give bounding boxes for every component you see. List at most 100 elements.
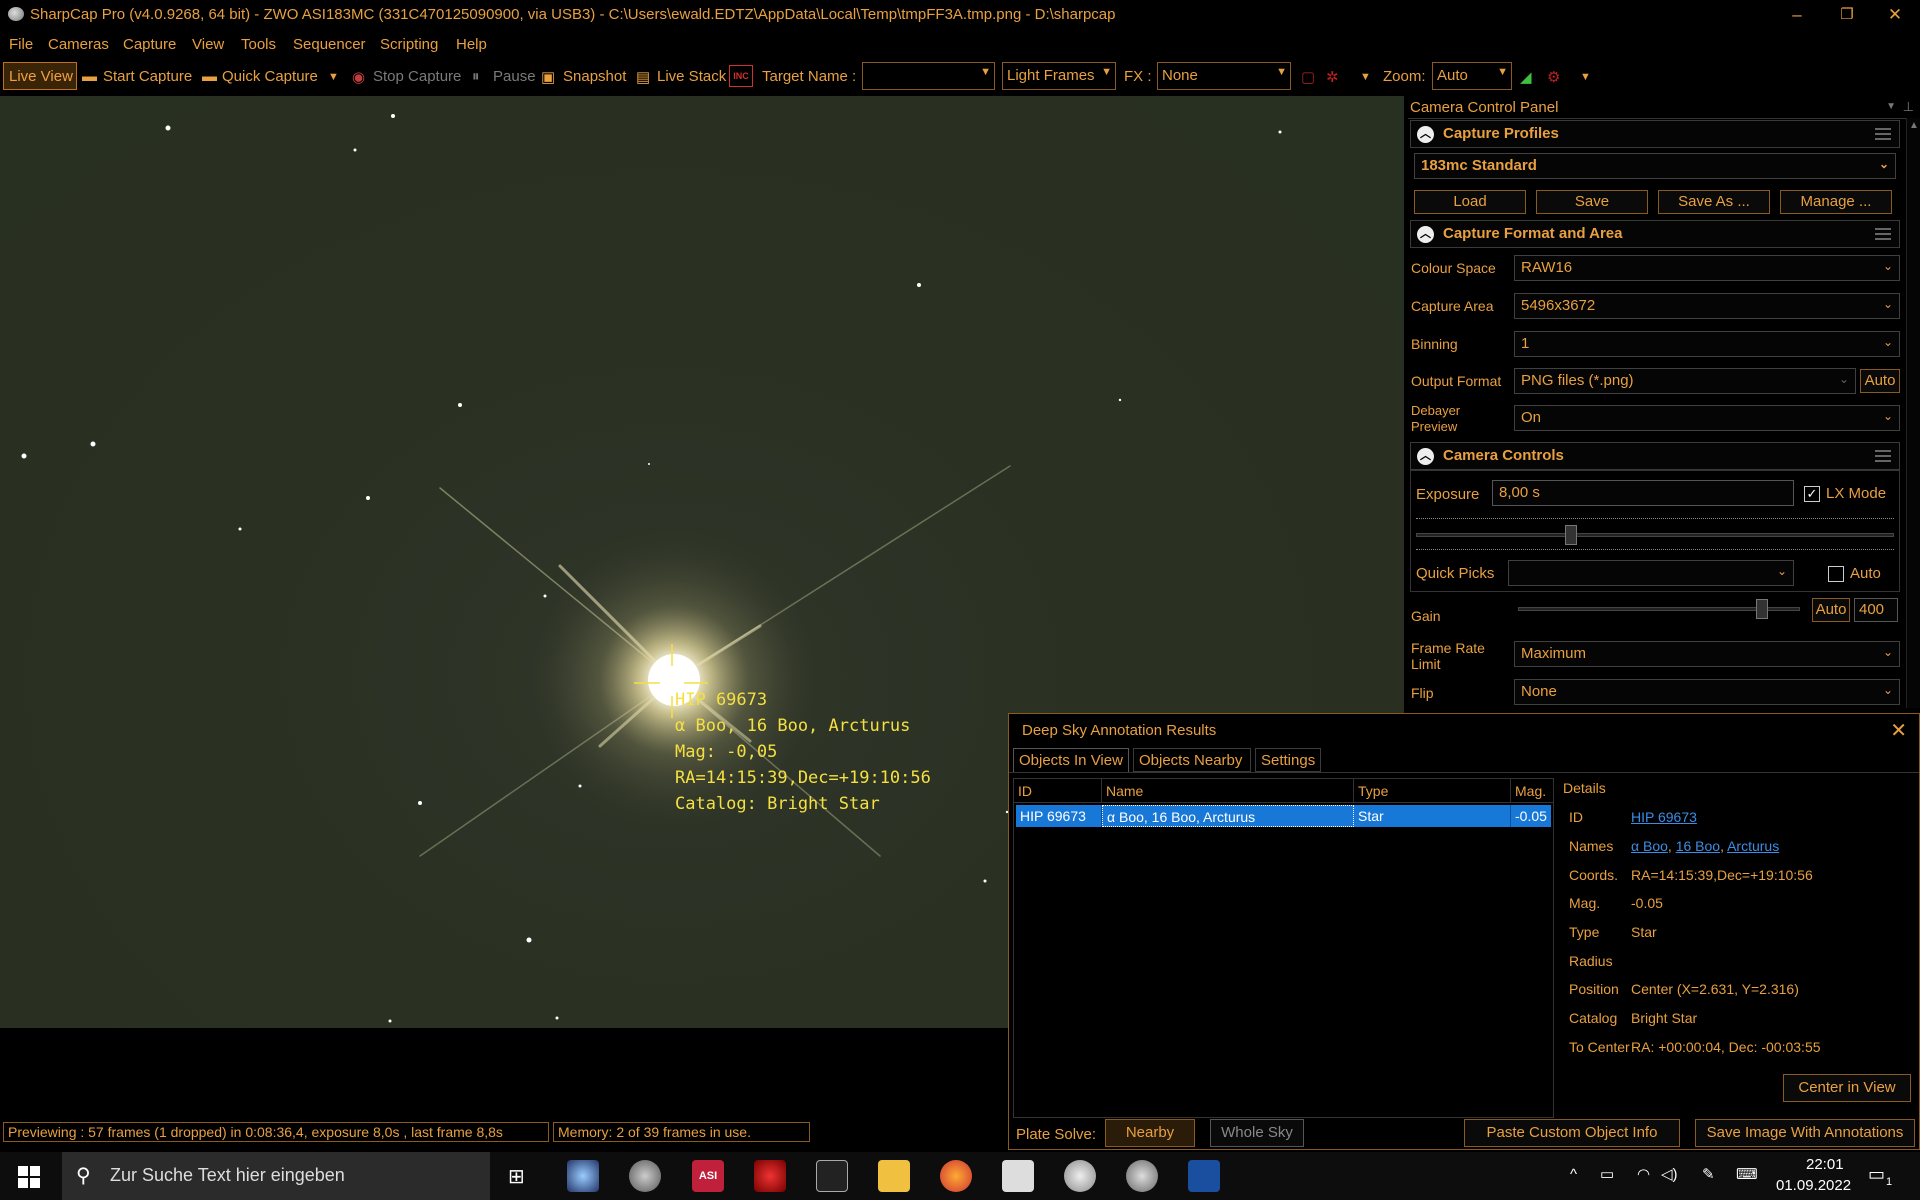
exposure-slider-thumb[interactable] — [1565, 525, 1577, 545]
debayer-preview-select[interactable]: On ⌄ — [1514, 405, 1900, 431]
gain-input[interactable]: 400 — [1854, 598, 1898, 622]
close-button[interactable]: ✕ — [1870, 0, 1920, 30]
pen-icon[interactable]: ✎ — [1702, 1165, 1715, 1183]
cell-name[interactable]: α Boo, 16 Boo, Arcturus — [1102, 805, 1354, 827]
column-header-id[interactable]: ID — [1014, 779, 1102, 803]
clock-time[interactable]: 22:01 — [1806, 1156, 1844, 1173]
capture-area-select[interactable]: 5496x3672 ⌄ — [1514, 293, 1900, 319]
file-explorer-icon[interactable] — [878, 1160, 910, 1192]
collapse-icon[interactable]: ︿ — [1417, 448, 1434, 465]
output-auto-button[interactable]: Auto — [1860, 369, 1900, 393]
menu-cameras[interactable]: Cameras — [48, 36, 109, 53]
panel-scrollbar[interactable]: ▲ — [1906, 118, 1920, 708]
quick-auto-checkbox[interactable] — [1828, 566, 1844, 582]
chevron-down-icon[interactable]: ▼ — [328, 71, 339, 83]
taskbar-search-box[interactable]: ⚲ Zur Suche Text hier eingeben — [62, 1152, 490, 1200]
pause-button[interactable]: Pause — [493, 68, 536, 85]
minimize-button[interactable]: – — [1772, 0, 1822, 30]
chevron-down-icon[interactable]: ▼ — [1360, 71, 1371, 83]
manage-profiles-button[interactable]: Manage ... — [1780, 190, 1892, 214]
flip-select[interactable]: None ⌄ — [1514, 679, 1900, 705]
blocked-app-icon[interactable] — [1064, 1160, 1096, 1192]
exposure-input[interactable]: 8,00 s — [1492, 480, 1794, 506]
snapshot-button[interactable]: Snapshot — [563, 68, 626, 85]
notification-icon[interactable]: ▭ — [1868, 1164, 1885, 1185]
tab-settings[interactable]: Settings — [1255, 748, 1321, 772]
calculator-icon[interactable] — [1002, 1160, 1034, 1192]
menu-file[interactable]: File — [9, 36, 33, 53]
menu-scripting[interactable]: Scripting — [380, 36, 438, 53]
reticle-icon[interactable]: ▢ — [1301, 68, 1315, 86]
chevron-down-icon[interactable]: ▼ — [1580, 71, 1591, 83]
save-profile-button[interactable]: Save — [1536, 190, 1648, 214]
tray-chevron-up-icon[interactable]: ^ — [1570, 1166, 1577, 1183]
tab-objects-in-view[interactable]: Objects In View — [1013, 748, 1129, 772]
collapse-icon[interactable]: ︿ — [1417, 126, 1434, 143]
lx-mode-checkbox[interactable]: ✓ — [1804, 486, 1820, 502]
name-link-alpha-boo[interactable]: α Boo — [1631, 838, 1668, 854]
binning-select[interactable]: 1 ⌄ — [1514, 331, 1900, 357]
clock-date[interactable]: 01.09.2022 — [1776, 1177, 1851, 1194]
stellarium-icon[interactable] — [567, 1160, 599, 1192]
start-capture-button[interactable]: Start Capture — [103, 68, 192, 85]
menu-capture[interactable]: Capture — [123, 36, 176, 53]
menu-sequencer[interactable]: Sequencer — [293, 36, 366, 53]
frame-rate-select[interactable]: Maximum ⌄ — [1514, 641, 1900, 667]
details-id-link[interactable]: HIP 69673 — [1631, 809, 1697, 825]
menu-help[interactable]: Help — [456, 36, 487, 53]
terminal-icon[interactable] — [816, 1160, 848, 1192]
keyboard-icon[interactable]: ⌨ — [1736, 1165, 1758, 1183]
frame-type-select[interactable]: Light Frames ▼ — [1002, 62, 1116, 90]
output-format-select[interactable]: PNG files (*.png) ⌄ — [1514, 368, 1856, 394]
capture-profiles-header[interactable]: ︿ Capture Profiles — [1410, 120, 1900, 148]
gain-auto-button[interactable]: Auto — [1812, 598, 1850, 622]
target-name-input[interactable]: ▼ — [862, 62, 995, 90]
sharpcap-active-icon[interactable] — [1126, 1160, 1158, 1192]
live-view-button[interactable]: Live View — [3, 62, 77, 90]
gain-slider-thumb[interactable] — [1756, 599, 1768, 619]
firefox-icon[interactable] — [940, 1160, 972, 1192]
capture-format-header[interactable]: ︿ Capture Format and Area — [1410, 220, 1900, 248]
scroll-up-icon[interactable]: ▲ — [1909, 120, 1919, 131]
cell-type[interactable]: Star — [1354, 805, 1511, 827]
menu-icon[interactable] — [1875, 450, 1891, 462]
quick-picks-select[interactable]: ⌄ — [1508, 560, 1794, 586]
focus-assistant-icon[interactable]: ⚙ — [1547, 68, 1560, 86]
profile-select[interactable]: 183mc Standard ⌄ — [1414, 153, 1896, 179]
zoom-select[interactable]: Auto ▼ — [1432, 62, 1512, 90]
inc-icon[interactable]: INC — [729, 65, 753, 87]
dialog-close-icon[interactable]: ✕ — [1890, 718, 1907, 743]
asi-studio-icon[interactable]: ASI — [692, 1160, 724, 1192]
menu-icon[interactable] — [1875, 128, 1891, 140]
load-profile-button[interactable]: Load — [1414, 190, 1526, 214]
volume-icon[interactable]: ◁) — [1661, 1165, 1678, 1183]
windows-start-icon[interactable] — [18, 1166, 40, 1188]
menu-icon[interactable] — [1875, 228, 1891, 240]
name-link-arcturus[interactable]: Arcturus — [1727, 838, 1779, 854]
red-app-icon[interactable] — [754, 1160, 786, 1192]
wifi-icon[interactable]: ◠ — [1637, 1165, 1650, 1183]
exposure-slider[interactable] — [1416, 515, 1894, 559]
plate-solve-nearby-button[interactable]: Nearby — [1105, 1119, 1195, 1147]
objects-table[interactable]: ID Name Type Mag. HIP 69673 α Boo, 16 Bo… — [1013, 778, 1554, 1118]
save-image-annotations-button[interactable]: Save Image With Annotations — [1695, 1119, 1915, 1147]
pin-icon[interactable]: ⊥ — [1903, 99, 1914, 115]
chevron-down-icon[interactable]: ▼ — [1886, 101, 1896, 112]
restore-button[interactable]: ❐ — [1822, 0, 1872, 30]
paste-custom-object-button[interactable]: Paste Custom Object Info — [1464, 1119, 1680, 1147]
name-link-16-boo[interactable]: 16 Boo — [1676, 838, 1720, 854]
cell-id[interactable]: HIP 69673 — [1016, 805, 1102, 827]
quick-capture-button[interactable]: Quick Capture — [222, 68, 318, 85]
colour-space-select[interactable]: RAW16 ⌄ — [1514, 255, 1900, 281]
battery-icon[interactable]: ▭ — [1600, 1165, 1614, 1183]
grid-overlay-icon[interactable]: ✲ — [1326, 68, 1339, 86]
collapse-icon[interactable]: ︿ — [1417, 226, 1434, 243]
fx-select[interactable]: None ▼ — [1157, 62, 1291, 90]
blue-app-icon[interactable] — [1188, 1160, 1220, 1192]
column-header-name[interactable]: Name — [1102, 779, 1354, 803]
cell-mag[interactable]: -0.05 — [1511, 805, 1551, 827]
camera-controls-header[interactable]: ︿ Camera Controls — [1410, 442, 1900, 470]
stop-capture-button[interactable]: Stop Capture — [373, 68, 461, 85]
plate-solve-whole-sky-button[interactable]: Whole Sky — [1210, 1119, 1304, 1147]
sharpcap-icon[interactable] — [629, 1160, 661, 1192]
